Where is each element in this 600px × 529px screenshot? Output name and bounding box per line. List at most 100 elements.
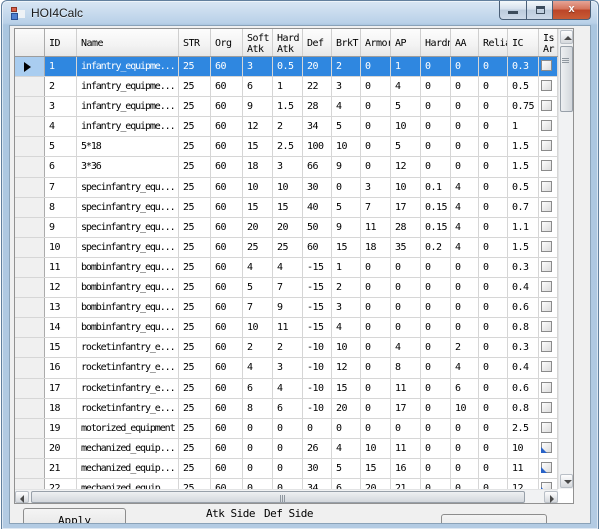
column-header-str[interactable]: STR (179, 29, 211, 56)
grid-cell[interactable]: 50 (303, 218, 332, 237)
grid-cell[interactable]: 0 (479, 479, 508, 489)
checkbox-cell[interactable] (539, 157, 558, 176)
table-row[interactable]: 3infantry_equipme...256091.5284050000.75 (15, 97, 558, 117)
checkbox-cell[interactable] (539, 97, 558, 116)
grid-cell[interactable]: 4 (451, 198, 479, 217)
grid-cell[interactable]: mechanized_equip... (77, 479, 179, 489)
close-button[interactable]: x (553, 1, 591, 20)
grid-cell[interactable]: 12 (332, 358, 361, 377)
grid-cell[interactable]: 10 (273, 178, 303, 197)
grid-cell[interactable]: 25 (179, 117, 211, 136)
is-armor-checkbox[interactable] (541, 261, 552, 272)
grid-cell[interactable]: 60 (211, 399, 243, 418)
table-row[interactable]: 2infantry_equipme...256061223040000.5 (15, 77, 558, 97)
column-header-ap[interactable]: AP (391, 29, 421, 56)
grid-cell[interactable]: 2 (332, 57, 361, 76)
grid-cell[interactable]: 60 (211, 479, 243, 489)
grid-cell[interactable]: 0 (361, 419, 391, 438)
grid-cell[interactable]: 25 (179, 218, 211, 237)
grid-cell[interactable]: 1.5 (273, 97, 303, 116)
grid-cell[interactable]: 60 (211, 198, 243, 217)
grid-cell[interactable]: bombinfantry_equ... (77, 318, 179, 337)
grid-cell[interactable]: 0.3 (508, 258, 539, 277)
grid-cell[interactable]: 1.5 (508, 137, 539, 156)
column-header-def[interactable]: Def (303, 29, 332, 56)
grid-cell[interactable]: 0 (451, 298, 479, 317)
grid-cell[interactable]: 60 (303, 238, 332, 257)
grid-cell[interactable]: 7 (243, 298, 273, 317)
grid-cell[interactable]: bombinfantry_equ... (77, 278, 179, 297)
column-header-aa[interactable]: AA (451, 29, 479, 56)
scroll-left-button[interactable] (15, 491, 29, 503)
column-header-soft-atk[interactable]: Soft Atk (243, 29, 273, 56)
grid-cell[interactable]: 0 (332, 419, 361, 438)
grid-cell[interactable]: 2 (243, 338, 273, 357)
grid-cell[interactable]: 4 (332, 439, 361, 458)
table-row[interactable]: 8specinfantry_equ...256015154057170.1540… (15, 198, 558, 218)
grid-cell[interactable]: 0.8 (508, 399, 539, 418)
grid-cell[interactable]: 0 (421, 298, 451, 317)
grid-cell[interactable]: 10 (391, 117, 421, 136)
grid-cell[interactable]: 7 (273, 278, 303, 297)
grid-cell[interactable]: 0 (361, 399, 391, 418)
column-header-ic[interactable]: IC (508, 29, 539, 56)
grid-cell[interactable]: 12 (45, 278, 77, 297)
grid-cell[interactable]: 4 (243, 258, 273, 277)
grid-cell[interactable]: 8 (45, 198, 77, 217)
grid-cell[interactable]: 34 (303, 117, 332, 136)
grid-cell[interactable]: 2 (273, 338, 303, 357)
grid-cell[interactable]: 60 (211, 238, 243, 257)
is-armor-checkbox[interactable] (541, 120, 552, 131)
grid-cell[interactable]: 0 (303, 419, 332, 438)
column-header-hard-atk[interactable]: Hard Atk (273, 29, 303, 56)
grid-cell[interactable]: rocketinfantry_e... (77, 399, 179, 418)
grid-cell[interactable]: 5 (332, 459, 361, 478)
grid-cell[interactable]: 0.6 (508, 298, 539, 317)
grid-cell[interactable]: 1 (391, 57, 421, 76)
table-row[interactable]: 12bombinfantry_equ...256057-152000000.4 (15, 278, 558, 298)
is-armor-checkbox[interactable] (541, 140, 552, 151)
grid-cell[interactable]: 3 (273, 157, 303, 176)
checkbox-cell[interactable] (539, 238, 558, 257)
table-row[interactable]: 7specinfantry_equ...256010103003100.1400… (15, 178, 558, 198)
grid-cell[interactable]: 25 (179, 419, 211, 438)
row-header-cell[interactable] (15, 459, 45, 478)
grid-cell[interactable]: 0 (479, 419, 508, 438)
grid-cell[interactable]: 0 (391, 298, 421, 317)
grid-cell[interactable]: 60 (211, 439, 243, 458)
minimize-button[interactable] (499, 1, 526, 20)
grid-cell[interactable]: rocketinfantry_e... (77, 379, 179, 398)
grid-cell[interactable]: 20 (361, 479, 391, 489)
grid-cell[interactable]: 0 (243, 479, 273, 489)
row-header-cell[interactable] (15, 298, 45, 317)
grid-cell[interactable]: 0 (273, 439, 303, 458)
grid-cell[interactable]: bombinfantry_equ... (77, 298, 179, 317)
grid-cell[interactable]: 7 (45, 178, 77, 197)
grid-cell[interactable]: 0 (361, 97, 391, 116)
grid-cell[interactable]: 60 (211, 318, 243, 337)
grid-cell[interactable]: 5 (45, 137, 77, 156)
grid-cell[interactable]: 0 (361, 278, 391, 297)
row-header-cell[interactable] (15, 358, 45, 377)
table-row[interactable]: 22mechanized_equip...256000346202100012 (15, 479, 558, 489)
grid-cell[interactable]: 5 (243, 278, 273, 297)
grid-cell[interactable]: 20 (45, 439, 77, 458)
table-row[interactable]: 55*182560152.510010050001.5 (15, 137, 558, 157)
is-armor-checkbox[interactable] (541, 462, 552, 473)
grid-cell[interactable]: 0 (361, 379, 391, 398)
grid-cell[interactable]: 4 (332, 318, 361, 337)
row-header-cell[interactable] (15, 218, 45, 237)
row-header-cell[interactable] (15, 97, 45, 116)
grid-cell[interactable]: 25 (179, 157, 211, 176)
table-row[interactable]: 1infantry_equipme...256030.5202010000.3 (15, 57, 558, 77)
grid-cell[interactable]: 8 (243, 399, 273, 418)
grid-cell[interactable]: 0.4 (508, 358, 539, 377)
grid-cell[interactable]: 30 (303, 178, 332, 197)
grid-cell[interactable]: 3 (332, 298, 361, 317)
grid-cell[interactable]: rocketinfantry_e... (77, 338, 179, 357)
grid-cell[interactable]: 0 (361, 358, 391, 377)
grid-cell[interactable]: 0.3 (508, 57, 539, 76)
grid-cell[interactable]: 60 (211, 77, 243, 96)
row-header-cell[interactable] (15, 198, 45, 217)
grid-cell[interactable]: 0 (451, 278, 479, 297)
